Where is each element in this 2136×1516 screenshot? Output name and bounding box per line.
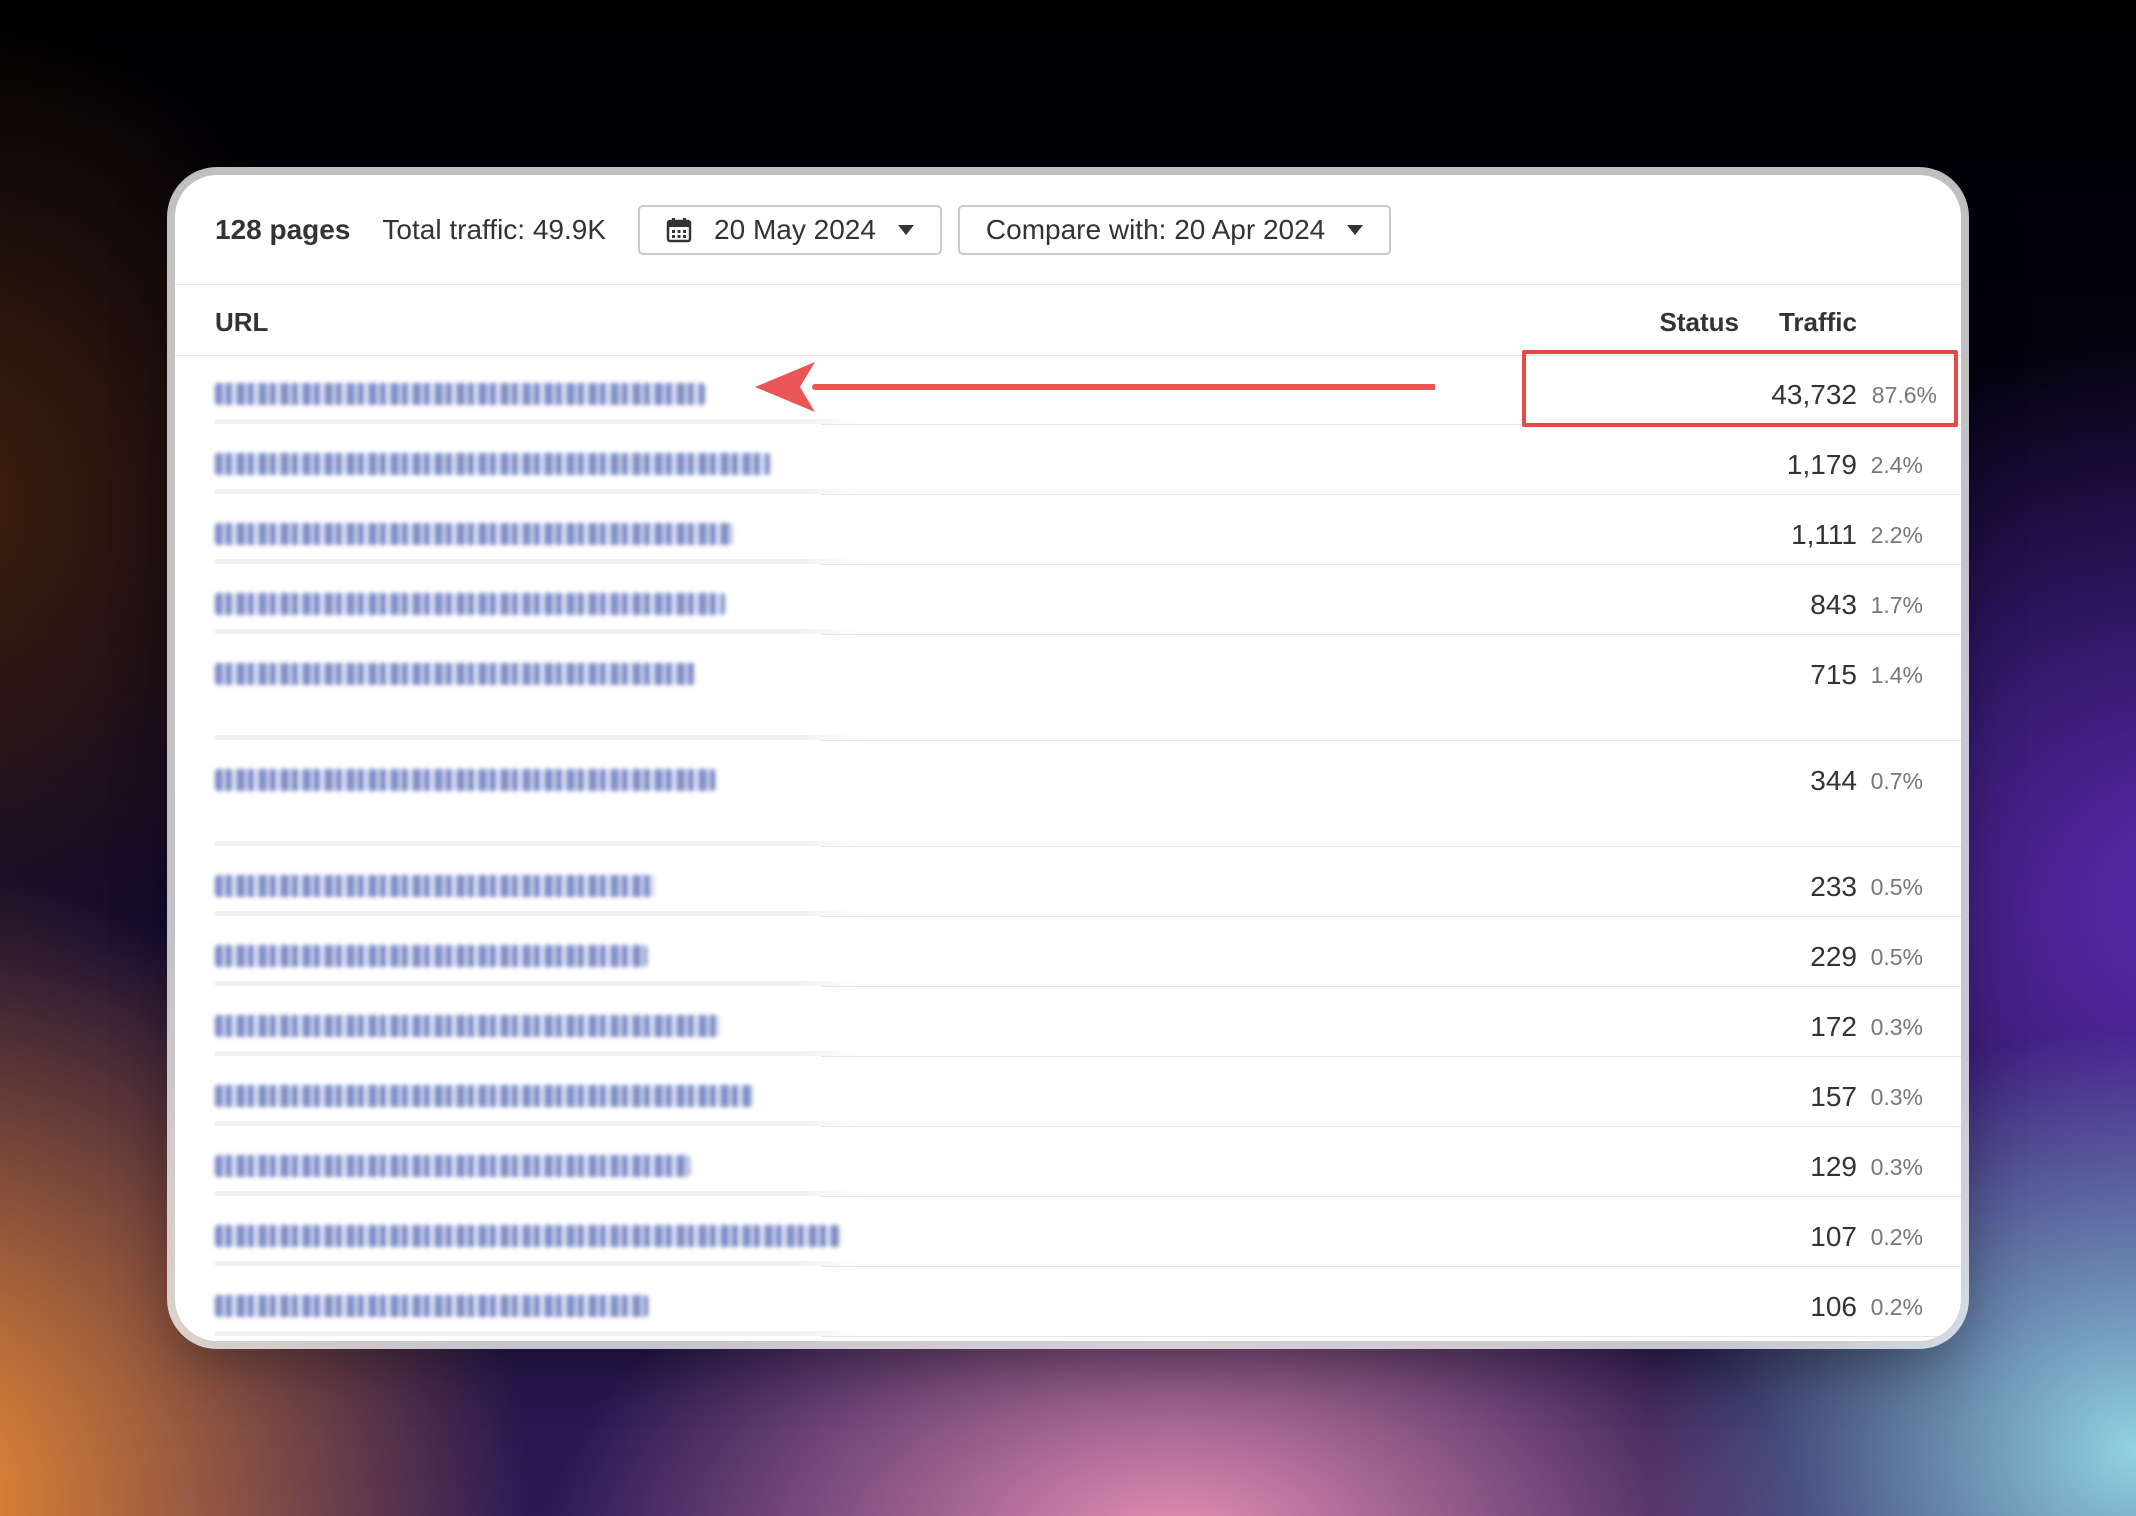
caret-down-icon	[897, 224, 914, 235]
traffic-value: 172	[1810, 1011, 1857, 1042]
table-row[interactable]: 106 0.2%	[215, 1267, 1961, 1337]
traffic-percent: 1.7%	[1870, 592, 1923, 618]
table-row[interactable]: 172 0.3%	[215, 987, 1961, 1057]
traffic-percent: 0.3%	[1870, 1154, 1923, 1180]
traffic-value: 229	[1810, 941, 1857, 972]
caret-down-icon	[1347, 224, 1364, 235]
column-header-traffic[interactable]: Traffic	[1779, 307, 1857, 338]
pages-count: 128 pages	[215, 213, 351, 245]
table-row[interactable]: 344 0.7%	[215, 741, 1961, 847]
pages-report-card: 128 pages Total traffic: 49.9K 20 May 20…	[175, 175, 1961, 1341]
traffic-value: 129	[1810, 1151, 1857, 1182]
date-label: 20 May 2024	[714, 213, 876, 245]
total-traffic: Total traffic: 49.9K	[382, 213, 607, 245]
traffic-value: 106	[1810, 1291, 1857, 1322]
url-underline	[215, 1331, 863, 1336]
table-row[interactable]: 107 0.2%	[215, 1197, 1961, 1267]
table-row[interactable]: 229 0.5%	[215, 917, 1961, 987]
traffic-percent: 0.2%	[1870, 1294, 1923, 1320]
traffic-percent: 0.5%	[1870, 944, 1923, 970]
column-header-status[interactable]: Status	[1660, 307, 1739, 338]
date-picker-button[interactable]: 20 May 2024	[638, 204, 942, 255]
traffic-percent: 0.5%	[1870, 874, 1923, 900]
url-link[interactable]	[215, 1155, 690, 1177]
traffic-percent: 2.2%	[1870, 522, 1923, 548]
traffic-value: 1,179	[1786, 449, 1857, 480]
compare-date-button[interactable]: Compare with: 20 Apr 2024	[957, 204, 1392, 255]
table-row[interactable]: 715 1.4%	[215, 635, 1961, 741]
url-underline	[215, 1191, 863, 1196]
traffic-percent: 0.3%	[1870, 1014, 1923, 1040]
url-underline	[215, 1051, 863, 1056]
url-link[interactable]	[215, 1015, 720, 1037]
table-row[interactable]: 129 0.3%	[215, 1127, 1961, 1197]
traffic-value: 107	[1810, 1221, 1857, 1252]
url-underline	[215, 1121, 863, 1126]
url-link[interactable]	[215, 769, 715, 791]
traffic-percent: 1.4%	[1870, 662, 1923, 688]
traffic-percent: 0.7%	[1870, 768, 1923, 794]
compare-label: Compare with: 20 Apr 2024	[985, 213, 1326, 245]
arrow-annotation	[755, 362, 1435, 412]
traffic-value: 715	[1810, 659, 1857, 690]
url-underline	[215, 841, 863, 846]
url-link[interactable]	[215, 945, 647, 967]
table-header: URL Status Traffic	[175, 285, 1961, 356]
url-link[interactable]	[215, 453, 770, 475]
table-row[interactable]: 1,111 2.2%	[215, 495, 1961, 565]
url-underline	[215, 981, 863, 986]
traffic-percent: 0.3%	[1870, 1084, 1923, 1110]
table-row[interactable]: 157 0.3%	[215, 1057, 1961, 1127]
report-toolbar: 128 pages Total traffic: 49.9K 20 May 20…	[175, 175, 1961, 285]
traffic-value: 344	[1810, 765, 1857, 796]
traffic-value: 157	[1810, 1081, 1857, 1112]
url-underline	[215, 735, 863, 740]
traffic-value: 843	[1810, 589, 1857, 620]
traffic-percent: 0.2%	[1870, 1224, 1923, 1250]
url-underline	[215, 489, 863, 494]
url-link[interactable]	[215, 523, 733, 545]
column-header-url[interactable]: URL	[215, 307, 268, 338]
table-row[interactable]: 233 0.5%	[215, 847, 1961, 917]
table-row[interactable]: 1,179 2.4%	[215, 425, 1961, 495]
calendar-icon	[666, 217, 692, 242]
url-underline	[215, 419, 863, 424]
traffic-percent: 2.4%	[1870, 452, 1923, 478]
url-link[interactable]	[215, 1085, 753, 1107]
url-underline	[215, 911, 863, 916]
highlight-box	[1522, 350, 1958, 427]
url-underline	[215, 559, 863, 564]
traffic-value: 233	[1810, 871, 1857, 902]
url-link[interactable]	[215, 383, 705, 405]
table-row[interactable]: 843 1.7%	[215, 565, 1961, 635]
traffic-value: 1,111	[1791, 519, 1857, 550]
url-link[interactable]	[215, 663, 695, 685]
url-underline	[215, 629, 863, 634]
row-divider	[821, 1336, 1961, 1337]
url-link[interactable]	[215, 1295, 648, 1317]
url-link[interactable]	[215, 593, 725, 615]
url-link[interactable]	[215, 875, 655, 897]
url-link[interactable]	[215, 1225, 840, 1247]
url-underline	[215, 1261, 863, 1266]
